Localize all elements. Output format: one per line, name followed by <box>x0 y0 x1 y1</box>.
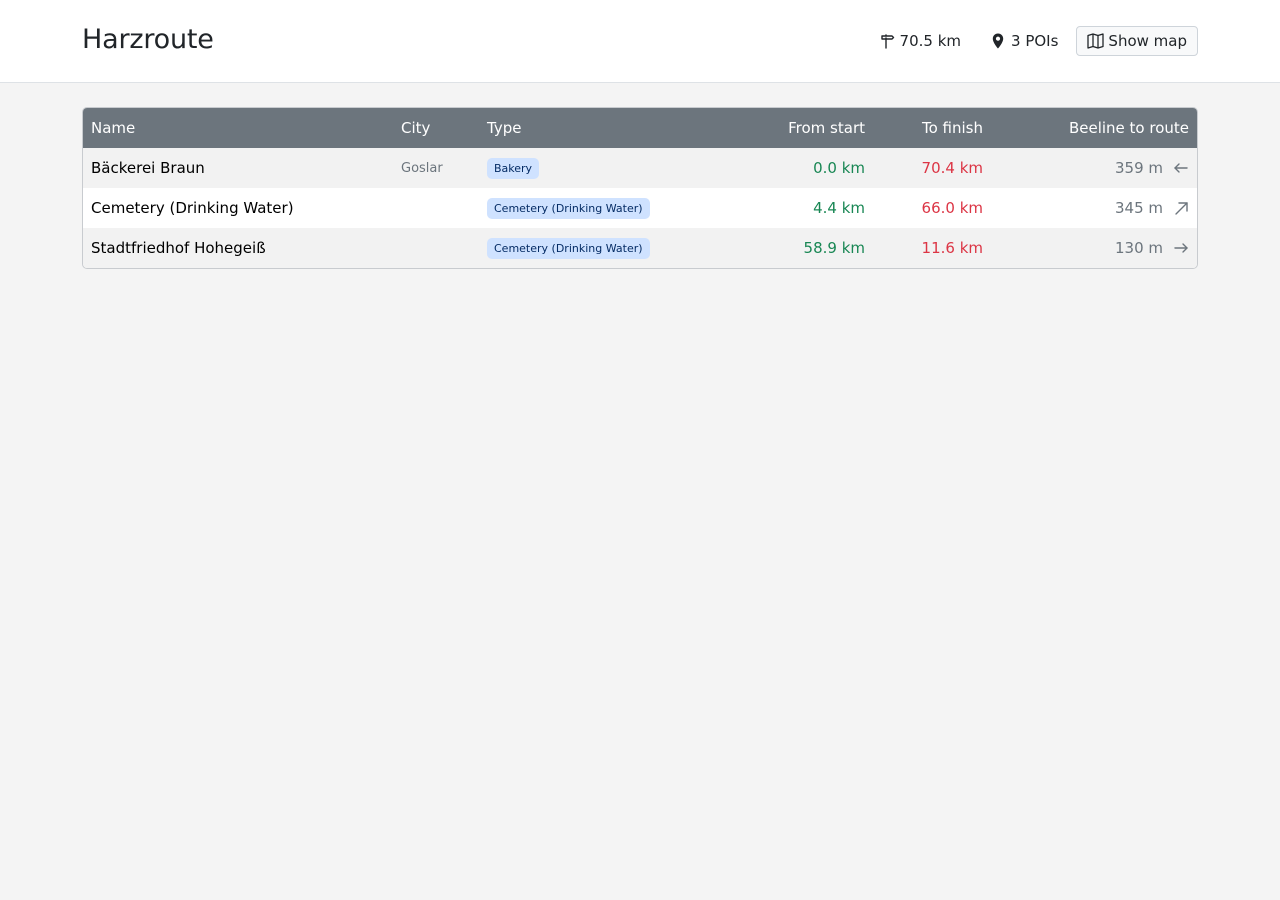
column-header-to-finish[interactable]: To finish <box>873 108 991 148</box>
table-header: Name City Type From start To finish Beel… <box>83 108 1197 148</box>
poi-beeline-cell: 130 m <box>991 228 1197 268</box>
poi-beeline: 345 m <box>1114 199 1163 217</box>
table-row[interactable]: Cemetery (Drinking Water) Cemetery (Drin… <box>83 188 1197 228</box>
table-body: Bäckerei Braun Goslar Bakery 0.0 km 70.4… <box>83 148 1197 268</box>
poi-to-finish: 70.4 km <box>921 159 983 177</box>
map-pin-icon <box>992 33 1004 49</box>
poi-name: Cemetery (Drinking Water) <box>91 199 294 217</box>
page-title: Harzroute <box>82 24 214 55</box>
arrow-right-icon <box>1174 243 1188 253</box>
show-map-label: Show map <box>1108 32 1187 50</box>
poi-city <box>393 228 479 268</box>
signpost-icon <box>880 34 894 49</box>
column-header-from-start[interactable]: From start <box>749 108 873 148</box>
poi-beeline: 130 m <box>1114 239 1163 257</box>
page-header: Harzroute 70.5 km 3 POIs Show map <box>0 0 1280 83</box>
map-icon <box>1087 33 1105 49</box>
poi-to-finish: 11.6 km <box>921 239 983 257</box>
poi-name: Stadtfriedhof Hohegeiß <box>91 239 266 257</box>
table-row[interactable]: Stadtfriedhof Hohegeiß Cemetery (Drinkin… <box>83 228 1197 268</box>
poi-type-cell: Cemetery (Drinking Water) <box>479 188 749 228</box>
show-map-button[interactable]: Show map <box>1076 26 1198 56</box>
column-header-beeline[interactable]: Beeline to route <box>991 108 1197 148</box>
route-distance-value: 70.5 km <box>899 32 962 50</box>
poi-beeline-cell: 359 m <box>991 148 1197 188</box>
poi-type-cell: Cemetery (Drinking Water) <box>479 228 749 268</box>
poi-beeline: 359 m <box>1114 159 1163 177</box>
poi-from-start: 0.0 km <box>813 159 865 177</box>
poi-type-cell: Bakery <box>479 148 749 188</box>
poi-table: Name City Type From start To finish Beel… <box>83 108 1197 268</box>
route-distance: 70.5 km <box>879 32 961 50</box>
column-header-city[interactable]: City <box>393 108 479 148</box>
poi-beeline-cell: 345 m <box>991 188 1197 228</box>
poi-city <box>393 188 479 228</box>
poi-table-container: Name City Type From start To finish Beel… <box>82 107 1198 269</box>
poi-from-start: 4.4 km <box>813 199 865 217</box>
poi-to-finish: 66.0 km <box>921 199 983 217</box>
column-header-type[interactable]: Type <box>479 108 749 148</box>
column-header-name[interactable]: Name <box>83 108 393 148</box>
arrow-up-right-icon <box>1175 202 1188 215</box>
header-stats: 70.5 km 3 POIs Show map <box>879 26 1198 56</box>
poi-type-badge: Bakery <box>487 157 540 179</box>
arrow-left-icon <box>1174 163 1188 173</box>
poi-city: Goslar <box>401 160 443 176</box>
table-row[interactable]: Bäckerei Braun Goslar Bakery 0.0 km 70.4… <box>83 148 1197 188</box>
poi-from-start: 58.9 km <box>803 239 865 257</box>
poi-type-badge: Cemetery (Drinking Water) <box>487 197 650 219</box>
poi-type-badge: Cemetery (Drinking Water) <box>487 237 650 259</box>
poi-count-value: 3 POIs <box>1011 32 1059 50</box>
poi-count: 3 POIs <box>990 32 1058 50</box>
poi-name: Bäckerei Braun <box>91 159 205 177</box>
